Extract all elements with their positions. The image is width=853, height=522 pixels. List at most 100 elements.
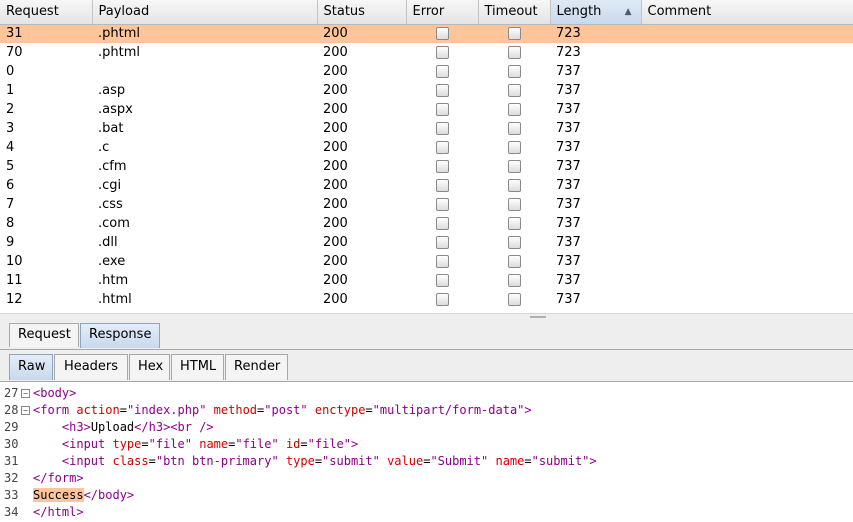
message-tabbar: Request Response: [0, 320, 853, 350]
tab-request[interactable]: Request: [9, 323, 79, 347]
code-line: 28− <form action="index.php" method="post…: [0, 402, 853, 419]
tab-hex[interactable]: Hex: [129, 354, 170, 380]
cell-payload: .bat: [98, 121, 124, 136]
table-row[interactable]: 10 .exe 200 737: [0, 252, 853, 271]
cell-timeout: [478, 214, 550, 233]
cell-timeout: [478, 271, 550, 290]
timeout-checkbox[interactable]: [508, 198, 521, 211]
timeout-checkbox[interactable]: [508, 217, 521, 230]
timeout-checkbox[interactable]: [508, 122, 521, 135]
timeout-checkbox[interactable]: [508, 179, 521, 192]
code-token: "submit": [322, 454, 380, 468]
table-row[interactable]: 31 .phtml 200 723: [0, 24, 853, 43]
cell-error: [406, 43, 478, 62]
column-header-error[interactable]: Error: [406, 0, 479, 25]
table-row[interactable]: 4 .c 200 737: [0, 138, 853, 157]
code-line: 32 </form>: [0, 470, 853, 487]
fold-collapse-icon[interactable]: −: [21, 406, 30, 415]
cell-payload: .exe: [98, 254, 126, 269]
column-header-payload[interactable]: Payload: [92, 0, 318, 25]
error-checkbox[interactable]: [436, 179, 449, 192]
table-row[interactable]: 5 .cfm 200 737: [0, 157, 853, 176]
table-row[interactable]: 70 .phtml 200 723: [0, 43, 853, 62]
pane-splitter[interactable]: [0, 313, 853, 320]
error-checkbox[interactable]: [436, 274, 449, 287]
code-line: 31 <input class="btn btn-primary" type="…: [0, 453, 853, 470]
cell-comment: [641, 233, 853, 252]
column-header-timeout[interactable]: Timeout: [478, 0, 551, 25]
cell-payload: .phtml: [98, 45, 140, 60]
error-checkbox[interactable]: [436, 255, 449, 268]
timeout-checkbox[interactable]: [508, 255, 521, 268]
fold-collapse-icon[interactable]: −: [21, 389, 30, 398]
error-checkbox[interactable]: [436, 84, 449, 97]
cell-request: 3: [6, 121, 15, 136]
table-row[interactable]: 1 .asp 200 737: [0, 81, 853, 100]
error-checkbox[interactable]: [436, 122, 449, 135]
error-checkbox[interactable]: [436, 293, 449, 306]
error-checkbox[interactable]: [436, 198, 449, 211]
code-line: 29 <h3>Upload</h3><br />: [0, 419, 853, 436]
cell-length: 737: [556, 121, 581, 136]
error-checkbox[interactable]: [436, 141, 449, 154]
table-row[interactable]: 9 .dll 200 737: [0, 233, 853, 252]
table-row[interactable]: 3 .bat 200 737: [0, 119, 853, 138]
code-token: action: [76, 403, 120, 417]
code-text: <input class="btn btn-primary" type="sub…: [33, 453, 597, 470]
table-row[interactable]: 12 .html 200 737: [0, 290, 853, 309]
column-header-status[interactable]: Status: [317, 0, 407, 25]
error-checkbox[interactable]: [436, 65, 449, 78]
timeout-checkbox[interactable]: [508, 160, 521, 173]
timeout-checkbox[interactable]: [508, 293, 521, 306]
error-checkbox[interactable]: [436, 46, 449, 59]
code-token: type: [112, 437, 142, 451]
response-raw-editor[interactable]: 27− <body> 28− <form action="index.php" met…: [0, 382, 853, 522]
error-checkbox[interactable]: [436, 103, 449, 116]
table-row[interactable]: 11 .htm 200 737: [0, 271, 853, 290]
timeout-checkbox[interactable]: [508, 274, 521, 287]
tab-headers[interactable]: Headers: [54, 354, 128, 380]
timeout-checkbox[interactable]: [508, 46, 521, 59]
cell-error: [406, 271, 478, 290]
cell-timeout: [478, 43, 550, 62]
timeout-checkbox[interactable]: [508, 27, 521, 41]
error-checkbox[interactable]: [436, 27, 449, 41]
code-token: =: [148, 454, 156, 468]
splitter-grip-icon[interactable]: [530, 316, 546, 318]
error-checkbox[interactable]: [436, 236, 449, 249]
cell-request: 2: [6, 102, 15, 117]
line-number: 30: [4, 437, 19, 451]
tab-raw[interactable]: Raw: [9, 354, 53, 380]
code-token: "post": [264, 403, 308, 417]
line-number: 33: [4, 488, 19, 502]
table-row[interactable]: 0 200 737: [0, 62, 853, 81]
timeout-checkbox[interactable]: [508, 103, 521, 116]
cell-payload: .phtml: [92, 24, 317, 43]
tab-render[interactable]: Render: [225, 354, 288, 380]
column-header-comment[interactable]: Comment: [641, 0, 853, 25]
cell-timeout: [478, 252, 550, 271]
tab-response[interactable]: Response: [80, 323, 160, 348]
timeout-checkbox[interactable]: [508, 141, 521, 154]
table-row[interactable]: 8 .com 200 737: [0, 214, 853, 233]
column-header-request[interactable]: Request: [0, 0, 93, 25]
cell-status: 200: [323, 178, 348, 193]
cell-error: [406, 290, 478, 309]
timeout-checkbox[interactable]: [508, 65, 521, 78]
code-token: id: [285, 437, 301, 451]
results-table[interactable]: Request Payload Status Error Timeout Length ▲ C…: [0, 0, 853, 313]
cell-error: [406, 214, 478, 233]
table-row[interactable]: 2 .aspx 200 737: [0, 100, 853, 119]
table-row[interactable]: 6 .cgi 200 737: [0, 176, 853, 195]
column-header-length[interactable]: Length ▲: [550, 0, 642, 25]
timeout-checkbox[interactable]: [508, 84, 521, 97]
timeout-checkbox[interactable]: [508, 236, 521, 249]
error-checkbox[interactable]: [436, 160, 449, 173]
table-row[interactable]: 7 .css 200 737: [0, 195, 853, 214]
tab-html[interactable]: HTML: [171, 354, 224, 380]
error-checkbox[interactable]: [436, 217, 449, 230]
cell-status: 200: [323, 83, 348, 98]
column-header-label: Length: [556, 4, 602, 20]
cell-error: [406, 100, 478, 119]
